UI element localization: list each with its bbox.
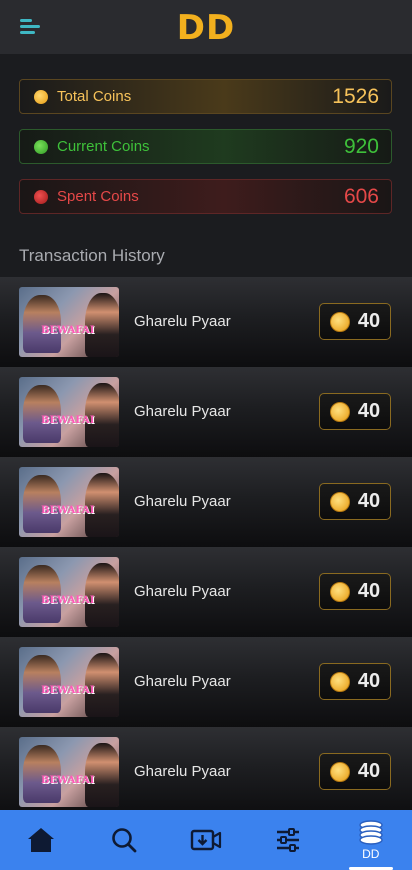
transaction-history-title: Transaction History (19, 246, 165, 265)
coin-amount: 40 (357, 310, 381, 332)
transaction-row[interactable]: BEWAFAI Gharelu Pyaar 40 (0, 637, 412, 727)
search-icon (111, 828, 136, 853)
transaction-row[interactable]: BEWAFAI Gharelu Pyaar 40 (0, 547, 412, 637)
content-thumbnail: BEWAFAI (19, 377, 119, 447)
thumbnail-title: BEWAFAI (41, 775, 95, 786)
nav-home[interactable] (11, 810, 71, 870)
thumbnail-title: BEWAFAI (41, 325, 95, 336)
coin-amount-badge: 40 (319, 303, 391, 340)
transaction-title: Gharelu Pyaar (134, 583, 231, 600)
gold-coin-icon (34, 89, 48, 104)
coin-amount: 40 (357, 490, 381, 512)
nav-downloads[interactable] (176, 810, 236, 870)
transaction-title: Gharelu Pyaar (134, 763, 231, 780)
spent-coins-card: Spent Coins 606 (19, 179, 392, 214)
coin-icon (329, 491, 350, 512)
transaction-row[interactable]: BEWAFAI Gharelu Pyaar 40 (0, 457, 412, 547)
transaction-title: Gharelu Pyaar (134, 493, 231, 510)
total-coins-value: 1526 (332, 84, 379, 108)
coin-amount-badge: 40 (319, 483, 391, 520)
transaction-row[interactable]: BEWAFAI Gharelu Pyaar 40 (0, 367, 412, 457)
transaction-row[interactable]: BEWAFAI Gharelu Pyaar 40 (0, 727, 412, 817)
total-coins-label: Total Coins (57, 88, 132, 105)
red-coin-icon (34, 189, 48, 204)
total-coins-card: Total Coins 1526 (19, 79, 392, 114)
thumbnail-title: BEWAFAI (41, 415, 95, 426)
download-icon (190, 829, 222, 851)
coin-amount: 40 (357, 670, 381, 692)
coin-icon (329, 581, 350, 602)
top-bar: DD (0, 0, 412, 54)
coins-icon (359, 820, 383, 845)
nav-coins-label: DD (362, 847, 380, 861)
coin-amount: 40 (357, 580, 381, 602)
nav-coins[interactable]: DD (341, 810, 401, 870)
green-coin-icon (34, 139, 48, 154)
content-thumbnail: BEWAFAI (19, 737, 119, 807)
nav-search[interactable] (94, 810, 154, 870)
spent-coins-label: Spent Coins (57, 188, 139, 205)
coin-icon (329, 311, 350, 332)
coin-amount: 40 (357, 760, 381, 782)
sliders-icon (277, 828, 300, 852)
content-thumbnail: BEWAFAI (19, 467, 119, 537)
current-coins-card: Current Coins 920 (19, 129, 392, 164)
bottom-navigation: DD (0, 810, 412, 870)
nav-settings[interactable] (258, 810, 318, 870)
transaction-title: Gharelu Pyaar (134, 673, 231, 690)
coin-icon (329, 671, 350, 692)
current-coins-label: Current Coins (57, 138, 150, 155)
thumbnail-title: BEWAFAI (41, 685, 95, 696)
coin-amount-badge: 40 (319, 573, 391, 610)
home-icon (28, 828, 55, 852)
content-thumbnail: BEWAFAI (19, 557, 119, 627)
spent-coins-value: 606 (343, 184, 379, 208)
current-coins-value: 920 (343, 134, 379, 158)
coin-icon (329, 401, 350, 422)
transaction-list: BEWAFAI Gharelu Pyaar 40 BEWAFAI Gharelu… (0, 277, 412, 817)
coin-icon (329, 761, 350, 782)
transaction-row[interactable]: BEWAFAI Gharelu Pyaar 40 (0, 277, 412, 367)
content-thumbnail: BEWAFAI (19, 287, 119, 357)
content-thumbnail: BEWAFAI (19, 647, 119, 717)
coin-amount: 40 (357, 400, 381, 422)
coin-amount-badge: 40 (319, 663, 391, 700)
transaction-title: Gharelu Pyaar (134, 313, 231, 330)
thumbnail-title: BEWAFAI (41, 595, 95, 606)
thumbnail-title: BEWAFAI (41, 505, 95, 516)
coin-amount-badge: 40 (319, 393, 391, 430)
transaction-title: Gharelu Pyaar (134, 403, 231, 420)
app-logo: DD (176, 8, 236, 48)
coin-amount-badge: 40 (319, 753, 391, 790)
